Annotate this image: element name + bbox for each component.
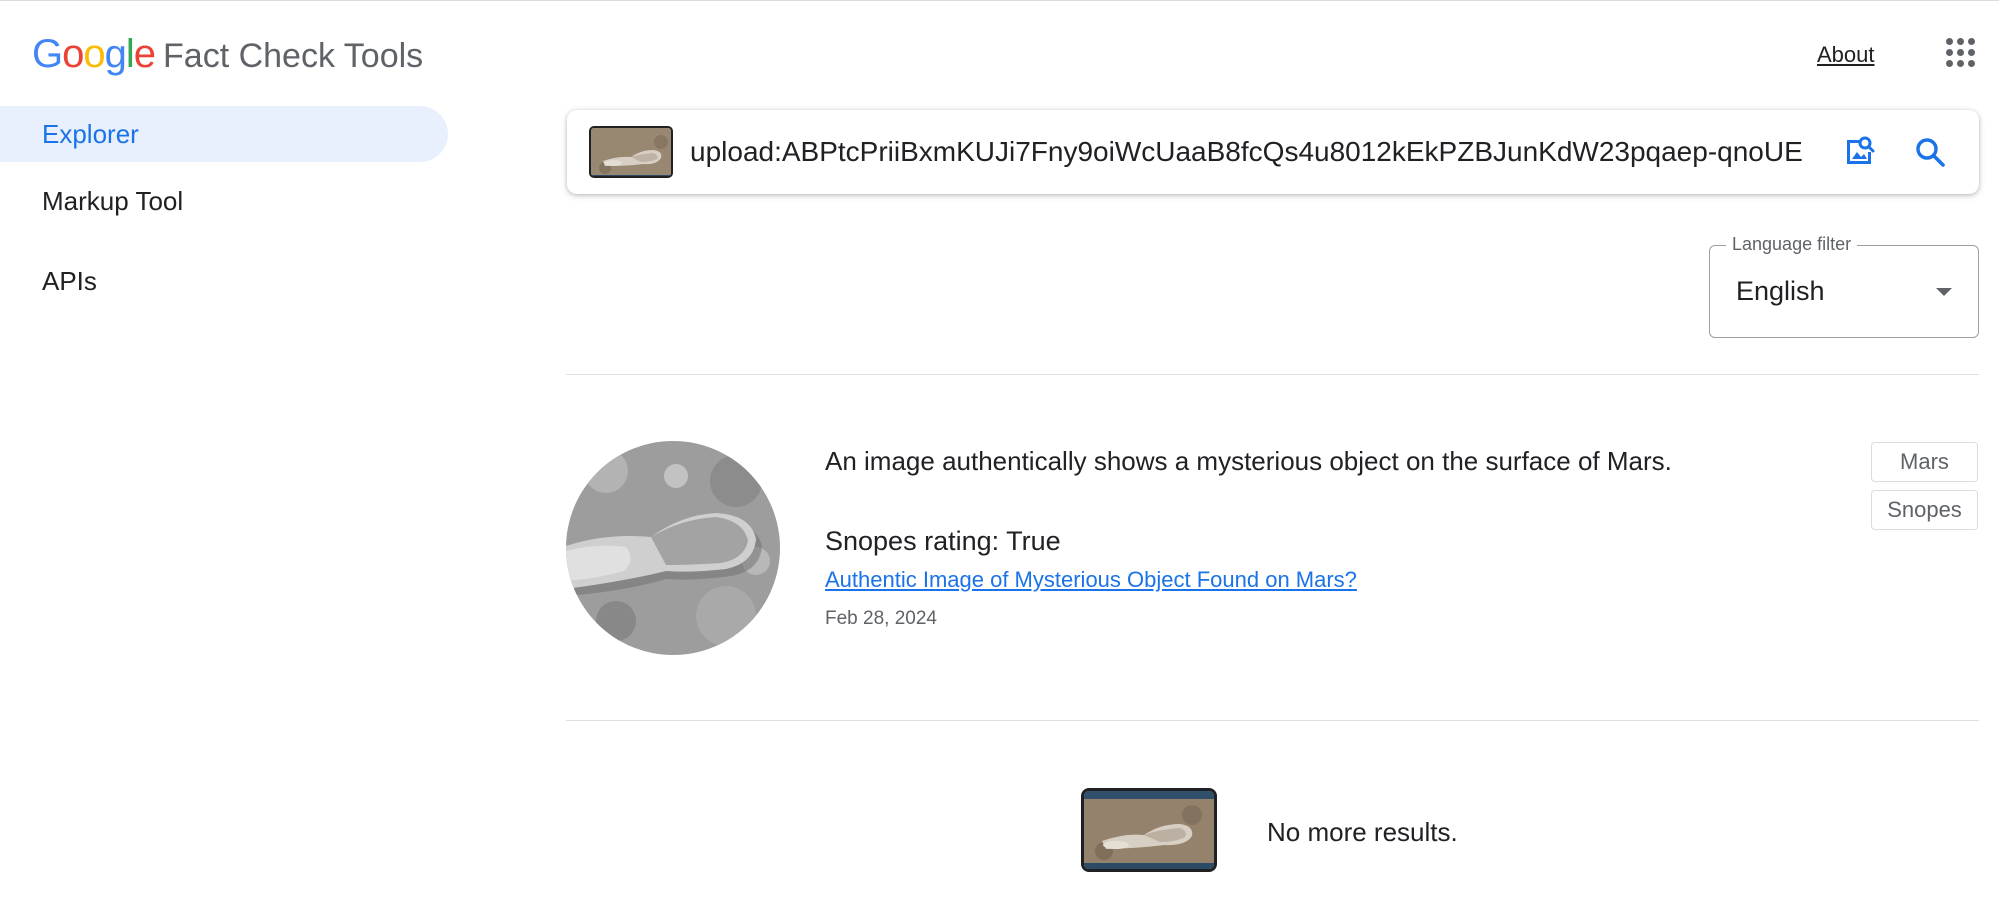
apps-grid-dot	[1957, 49, 1964, 56]
apps-grid-dot	[1946, 60, 1953, 67]
apps-grid-dot	[1968, 49, 1975, 56]
language-filter-value: English	[1736, 276, 1825, 306]
logo-letter: l	[125, 32, 135, 76]
divider	[566, 374, 1979, 375]
dropdown-arrow-icon	[1936, 288, 1952, 296]
logo-letter: e	[133, 32, 156, 76]
mars-object-thumbnail-image	[591, 128, 671, 176]
google-wordmark: Google	[32, 32, 156, 77]
logo-letter: g	[104, 32, 127, 76]
tag-chip-label: Snopes	[1887, 497, 1962, 522]
apps-grid-dot	[1957, 60, 1964, 67]
claim-text: An image authentically shows a mysteriou…	[825, 446, 1672, 476]
rating-label: rating:	[924, 526, 1000, 556]
claim-image	[566, 441, 780, 655]
tag-chip-snopes[interactable]: Snopes	[1871, 490, 1978, 530]
sidebar-item-label: Explorer	[42, 118, 139, 149]
sidebar-item-apis[interactable]: APIs	[0, 253, 448, 309]
divider	[566, 720, 1979, 721]
app-header: Google Fact Check Tools About	[0, 0, 1999, 108]
apps-grid-dot	[1957, 38, 1964, 45]
tag-chip-mars[interactable]: Mars	[1871, 442, 1978, 482]
image-search-icon[interactable]	[1839, 132, 1879, 172]
logo-letter: o	[83, 32, 105, 76]
no-more-results-text: No more results.	[1267, 817, 1458, 847]
tag-chip-label: Mars	[1900, 449, 1949, 474]
google-fact-check-tools-logo[interactable]: Google Fact Check Tools	[32, 32, 423, 77]
apps-grid-dot	[1946, 49, 1953, 56]
language-filter-select[interactable]: Language filter English	[1709, 234, 1979, 338]
logo-letter: o	[62, 32, 84, 76]
fact-check-article-link[interactable]: Authentic Image of Mysterious Object Fou…	[825, 567, 1357, 593]
review-date: Feb 28, 2024	[825, 608, 937, 629]
query-image-thumbnail	[1081, 788, 1217, 872]
apps-grid-icon[interactable]	[1946, 38, 1976, 68]
sidebar-item-label: APIs	[42, 265, 97, 296]
publisher-name: Snopes	[825, 526, 917, 556]
product-name: Fact Check Tools	[163, 37, 424, 75]
sidebar-item-explorer[interactable]: Explorer	[0, 106, 448, 162]
rating-value: True	[1006, 526, 1061, 556]
search-icon[interactable]	[1910, 132, 1950, 172]
claim-rating: Snopes rating: True	[825, 526, 1061, 557]
language-filter-label: Language filter	[1726, 234, 1858, 255]
uploaded-image-thumbnail[interactable]	[589, 126, 673, 178]
apps-grid-dot	[1968, 38, 1975, 45]
search-input[interactable]	[690, 110, 1812, 194]
logo-letter: G	[32, 32, 63, 76]
sidebar-item-label: Markup Tool	[42, 185, 184, 216]
apps-grid-dot	[1968, 60, 1975, 67]
search-bar	[567, 110, 1979, 194]
apps-grid-dot	[1946, 38, 1953, 45]
about-link[interactable]: About	[1817, 42, 1875, 68]
sidebar-item-markup-tool[interactable]: Markup Tool	[0, 173, 448, 229]
